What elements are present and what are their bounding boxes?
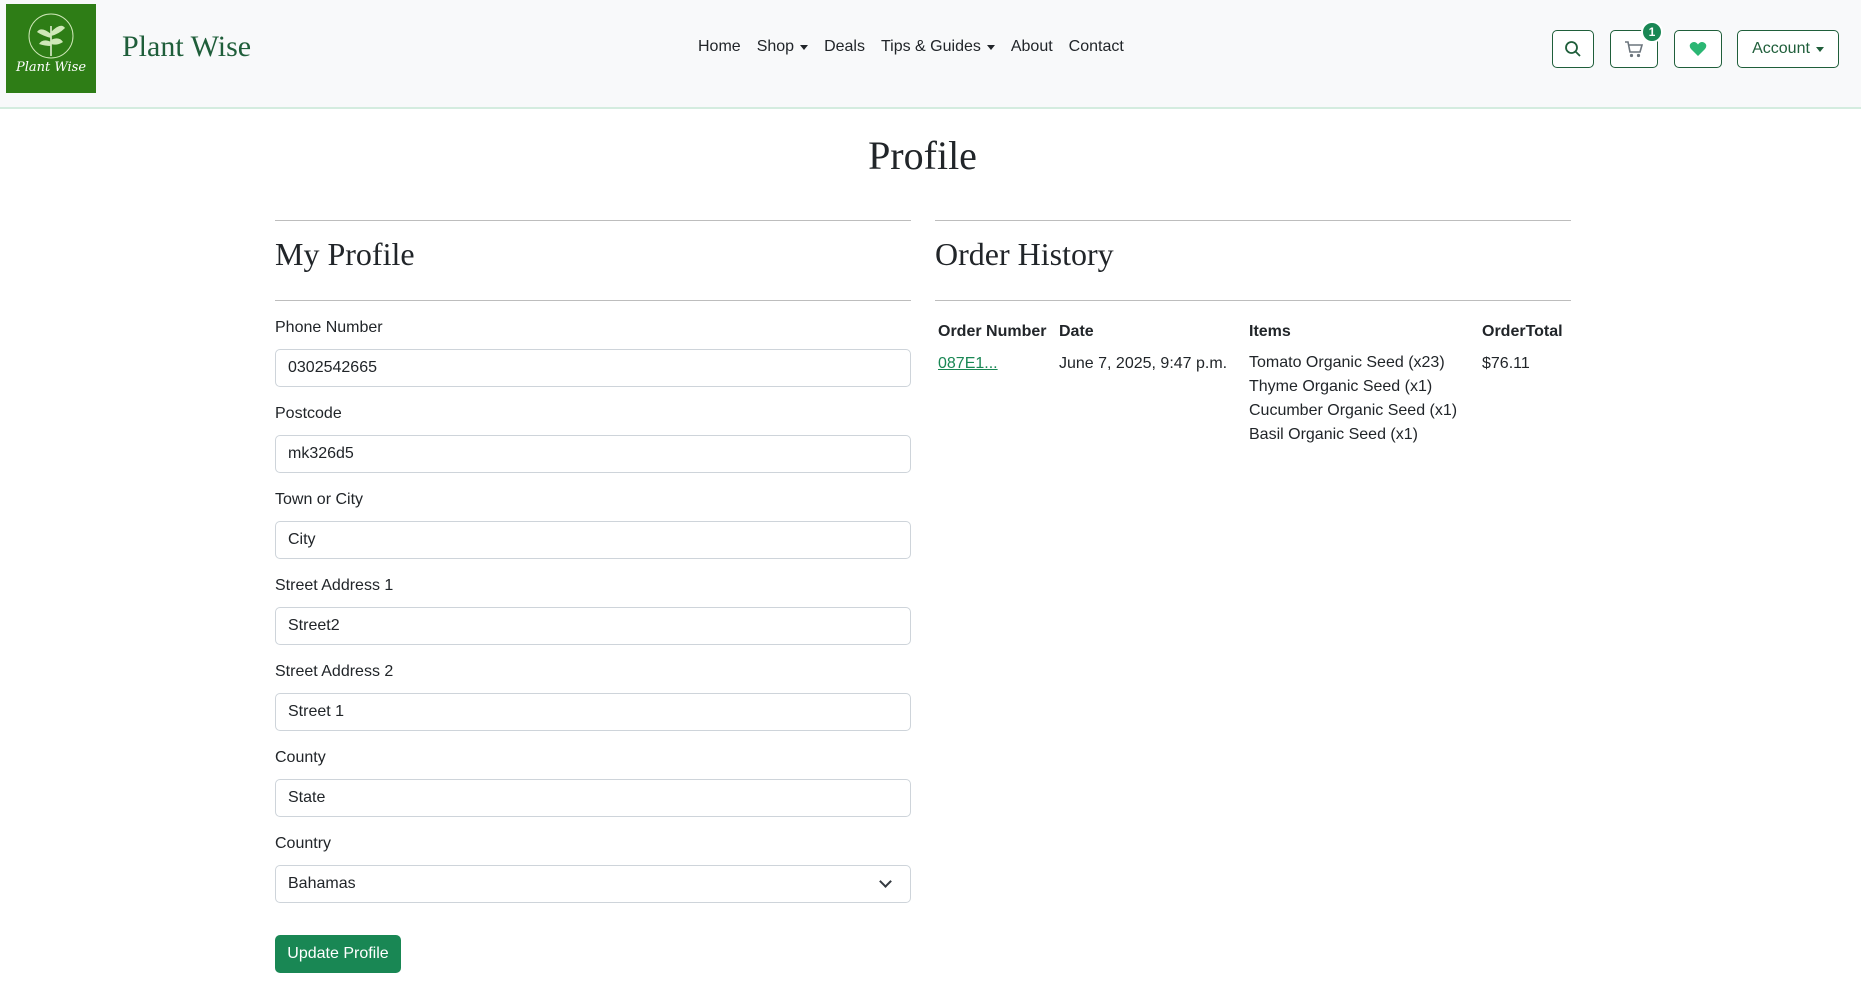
order-item: Cucumber Organic Seed (x1) <box>1249 402 1458 419</box>
cart-count-badge: 1 <box>1641 21 1663 43</box>
order-number-text[interactable]: 087E1... <box>938 355 998 372</box>
nav-tips-label: Tips & Guides <box>880 38 981 55</box>
nav-deals-label: Deals <box>824 38 865 55</box>
caret-down-icon <box>800 44 809 50</box>
brand-name[interactable]: Plant Wise <box>122 30 251 64</box>
leaf-icon <box>28 13 74 59</box>
search-icon <box>1565 41 1581 57</box>
postcode-input[interactable] <box>275 435 911 473</box>
account-label: Account <box>1752 40 1810 57</box>
order-items: Tomato Organic Seed (x23) Thyme Organic … <box>1249 351 1457 447</box>
nav-contact[interactable]: Contact <box>1061 38 1132 56</box>
col-date: Date <box>1059 323 1094 340</box>
street2-input[interactable] <box>275 693 911 731</box>
my-profile-heading: My Profile <box>275 236 415 272</box>
nav-about-label: About <box>1010 38 1053 55</box>
divider <box>275 220 911 221</box>
logo-text: Plant Wise <box>15 60 87 75</box>
account-dropdown[interactable]: Account <box>1737 30 1839 68</box>
nav-home[interactable]: Home <box>690 38 749 56</box>
street1-input[interactable] <box>275 607 911 645</box>
col-items: Items <box>1249 323 1291 340</box>
county-input[interactable] <box>275 779 911 817</box>
divider <box>935 220 1571 221</box>
nav-home-label: Home <box>698 38 741 55</box>
cart-button[interactable]: 1 <box>1610 21 1663 68</box>
postcode-label: Postcode <box>275 405 342 422</box>
update-profile-button[interactable]: Update Profile <box>275 935 401 973</box>
col-order-total: OrderTotal <box>1482 323 1563 340</box>
page-title: Profile <box>868 133 977 178</box>
street2-label: Street Address 2 <box>275 663 394 680</box>
order-number-link[interactable]: 087E1... <box>938 355 998 373</box>
heart-icon <box>1689 42 1707 56</box>
main-nav: Home Shop Deals Tips & Guides About Cont… <box>690 38 1132 56</box>
country-label: Country <box>275 835 332 852</box>
chevron-down-icon <box>879 875 892 888</box>
wishlist-button[interactable] <box>1674 30 1722 68</box>
order-history-heading: Order History <box>935 236 1114 272</box>
country-select[interactable]: Bahamas <box>275 865 911 903</box>
divider <box>935 300 1571 301</box>
nav-shop-label: Shop <box>756 38 795 55</box>
caret-down-icon <box>986 44 995 50</box>
order-item: Tomato Organic Seed (x23) <box>1249 354 1445 371</box>
order-item: Thyme Organic Seed (x1) <box>1249 378 1433 395</box>
search-button[interactable] <box>1552 30 1594 68</box>
caret-down-icon <box>1815 46 1824 52</box>
order-total: $76.11 <box>1482 355 1530 372</box>
nav-deals[interactable]: Deals <box>816 38 873 56</box>
phone-input[interactable] <box>275 349 911 387</box>
country-selected-value: Bahamas <box>288 875 356 892</box>
town-label: Town or City <box>275 491 364 508</box>
cart-icon <box>1625 41 1644 58</box>
divider <box>275 300 911 301</box>
county-label: County <box>275 749 326 766</box>
order-date: June 7, 2025, 9:47 p.m. <box>1059 355 1228 372</box>
street1-label: Street Address 1 <box>275 577 394 594</box>
order-item: Basil Organic Seed (x1) <box>1249 426 1418 443</box>
col-order-number: Order Number <box>938 323 1047 340</box>
town-input[interactable] <box>275 521 911 559</box>
nav-tips-guides[interactable]: Tips & Guides <box>873 38 1003 56</box>
nav-contact-label: Contact <box>1068 38 1124 55</box>
nav-about[interactable]: About <box>1003 38 1061 56</box>
nav-shop[interactable]: Shop <box>749 38 816 56</box>
site-header: Plant Wise Plant Wise Home Shop Deals Ti… <box>0 0 1861 109</box>
phone-label: Phone Number <box>275 319 383 336</box>
logo[interactable]: Plant Wise <box>6 4 96 93</box>
